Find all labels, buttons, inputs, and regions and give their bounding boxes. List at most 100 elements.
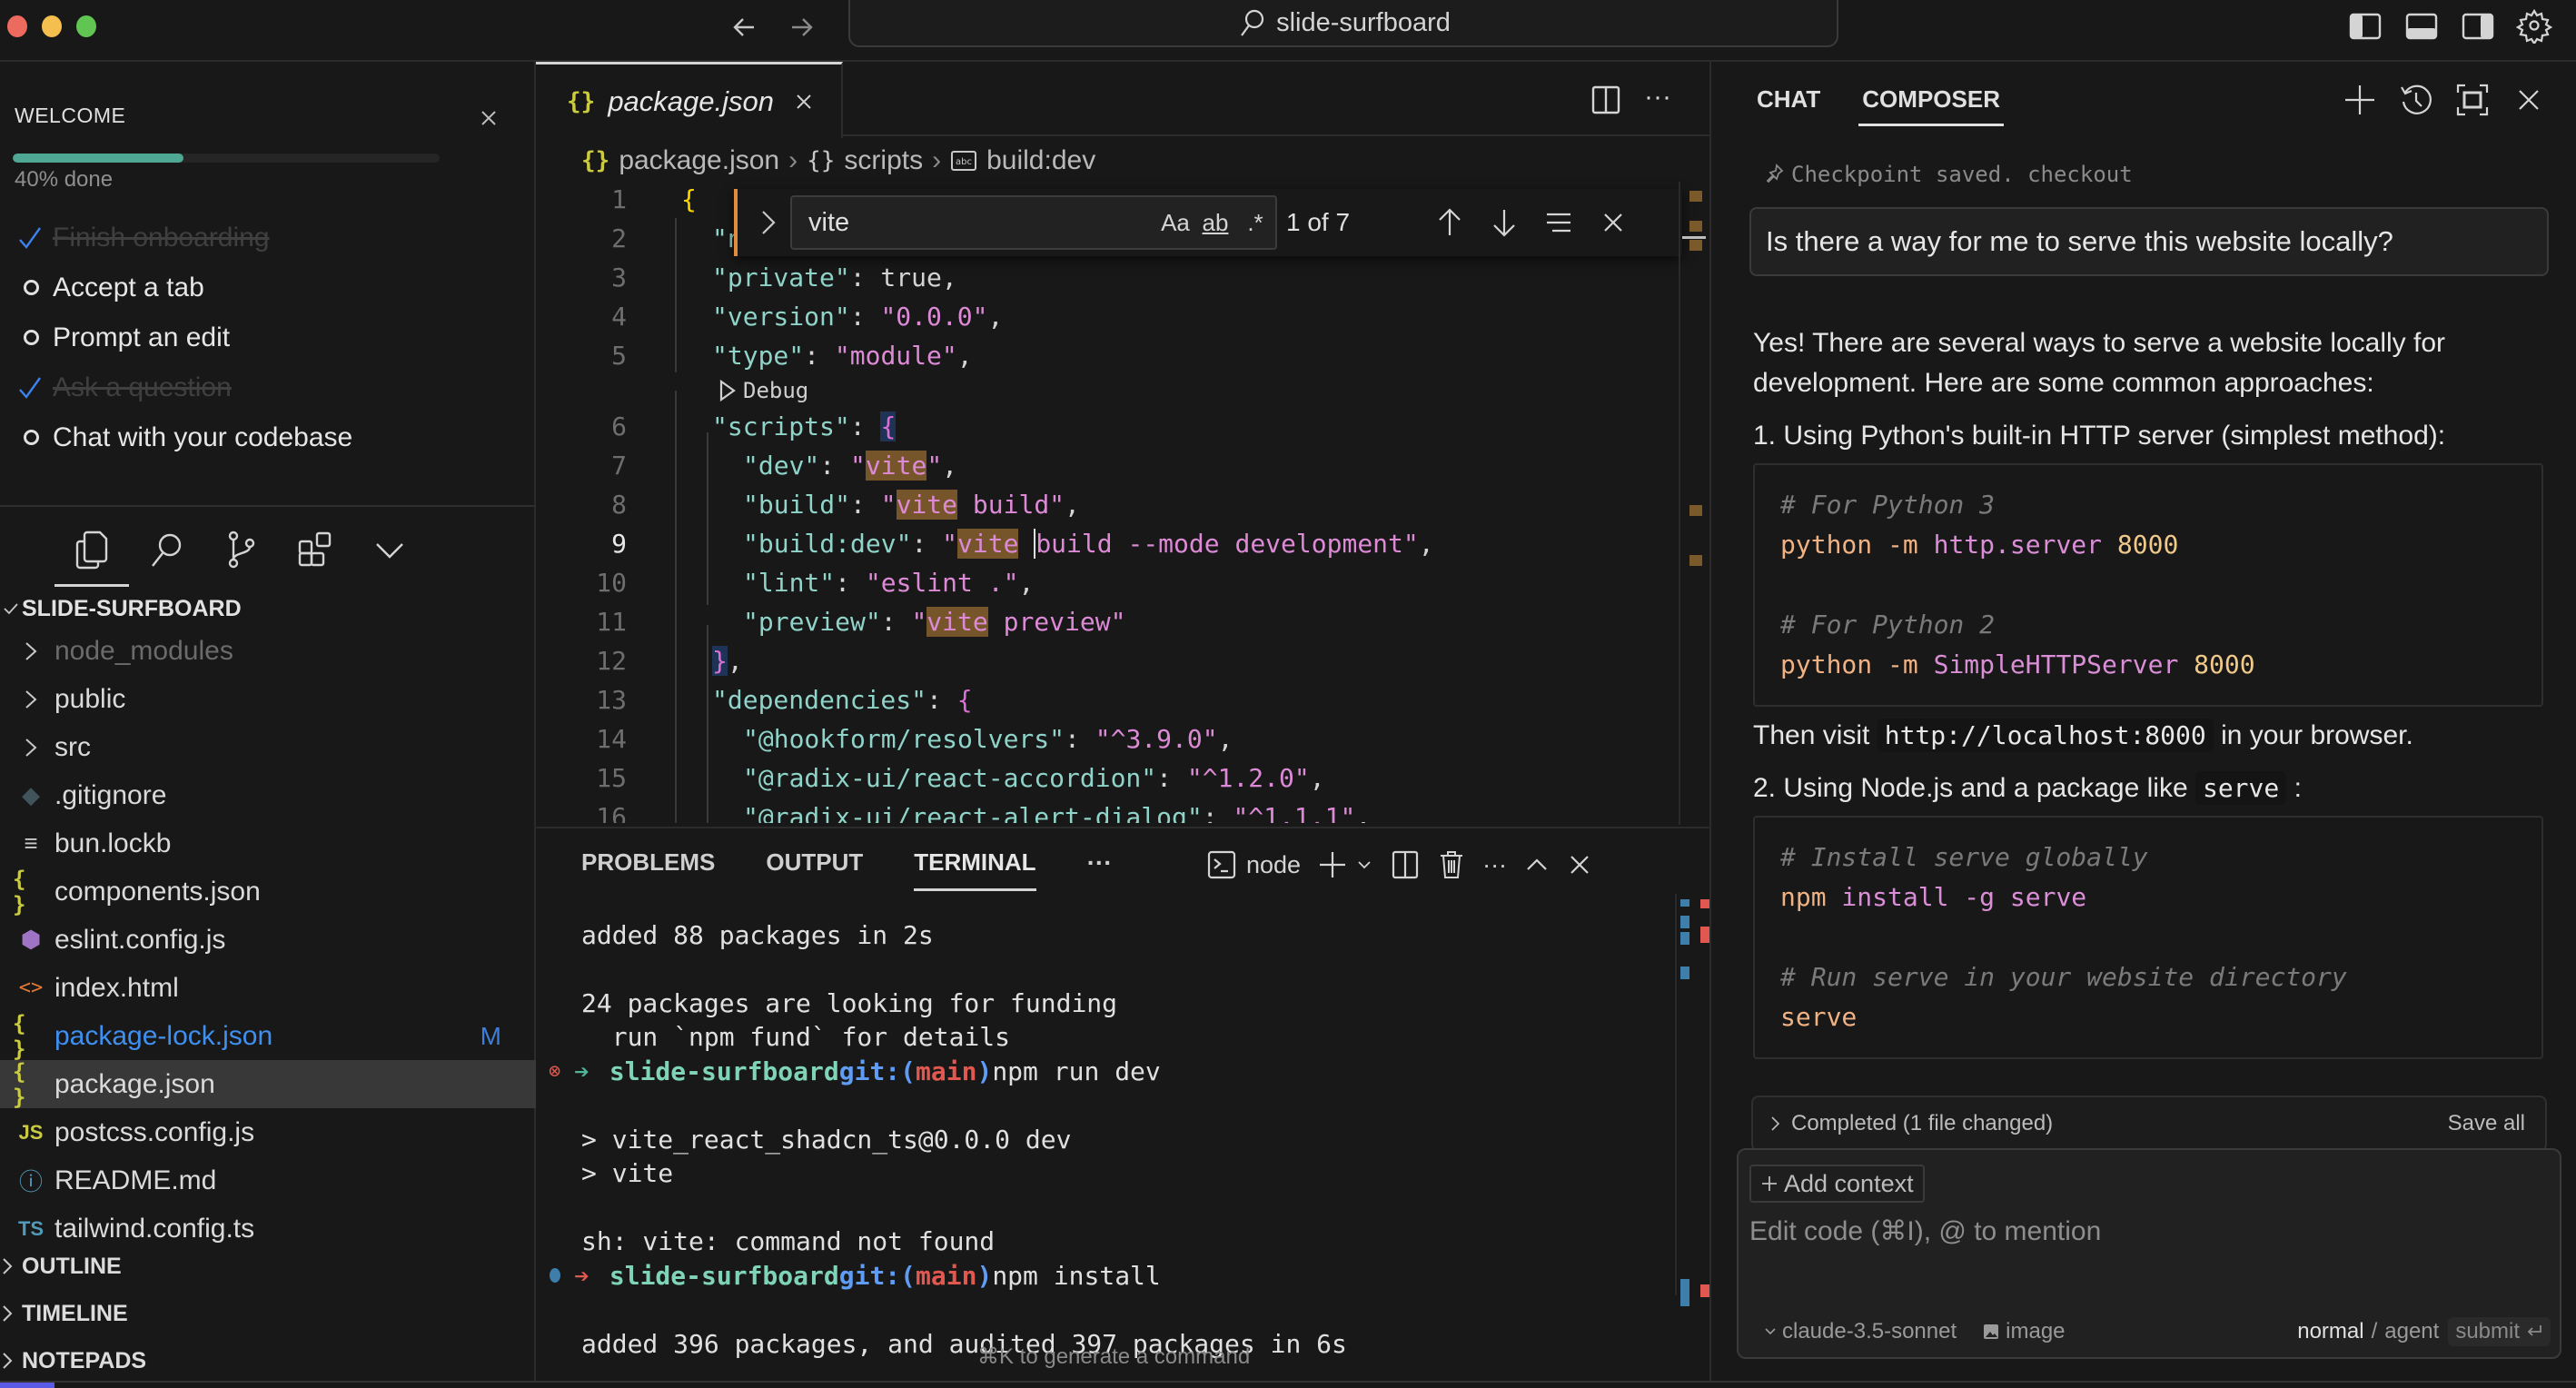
source-control-icon[interactable] xyxy=(203,518,278,581)
minimize-window-button[interactable] xyxy=(42,15,62,37)
file-item[interactable]: <> index.html xyxy=(0,964,536,1012)
composer-panel: CHAT COMPOSER Checkpoint saved. checkout… xyxy=(1709,62,2576,1381)
code-block-line: # For Python 2 xyxy=(1780,610,1996,639)
outline-section[interactable]: OUTLINE xyxy=(0,1243,536,1290)
explorer-root-folder[interactable]: SLIDE-SURFBOARD xyxy=(0,590,536,627)
new-terminal-icon[interactable] xyxy=(1317,849,1348,880)
checkpoint-notice[interactable]: Checkpoint saved. checkout xyxy=(1764,162,2133,187)
code-block[interactable]: # For Python 3 python -m http.server 8000… xyxy=(1753,463,2543,707)
add-context-button[interactable]: Add context xyxy=(1749,1165,1925,1203)
split-terminal-icon[interactable] xyxy=(1390,849,1421,880)
arrow-right-icon[interactable] xyxy=(783,9,819,45)
find-in-selection-icon[interactable] xyxy=(1531,204,1586,241)
close-window-button[interactable] xyxy=(7,15,27,37)
close-icon[interactable] xyxy=(1567,852,1592,877)
close-icon[interactable] xyxy=(1586,204,1640,241)
file-item[interactable]: ⓘ README.md xyxy=(0,1156,536,1205)
new-composer-icon[interactable] xyxy=(2342,82,2378,118)
toggle-secondary-sidebar-icon[interactable] xyxy=(2460,7,2496,44)
more-tabs-icon[interactable]: ··· xyxy=(1087,848,1113,886)
trash-icon[interactable] xyxy=(1437,849,1466,880)
running-decoration-icon[interactable] xyxy=(549,1266,569,1284)
code-block[interactable]: # Install serve globally npm install -g s… xyxy=(1753,816,2543,1059)
match-case-toggle[interactable]: Aa xyxy=(1155,204,1195,241)
file-item[interactable]: ◆ .gitignore xyxy=(0,771,536,819)
folder-item[interactable]: public xyxy=(0,675,536,723)
zoom-window-button[interactable] xyxy=(76,15,96,37)
split-editor-icon[interactable] xyxy=(1590,84,1622,116)
explorer-icon[interactable] xyxy=(54,518,129,587)
breadcrumb-item[interactable]: scripts xyxy=(844,145,923,176)
close-icon[interactable] xyxy=(2511,82,2547,118)
onboarding-item[interactable]: Finish onboarding xyxy=(16,213,525,263)
folder-item[interactable]: node_modules xyxy=(0,627,536,675)
file-item[interactable]: ≡ bun.lockb xyxy=(0,819,536,868)
git-file-icon: ◆ xyxy=(22,781,40,808)
folder-item[interactable]: src xyxy=(0,723,536,771)
tab-terminal[interactable]: TERMINAL xyxy=(914,848,1036,891)
search-icon[interactable] xyxy=(129,518,203,581)
onboarding-item[interactable]: Ask a question xyxy=(16,362,525,412)
onboarding-item[interactable]: Chat with your codebase xyxy=(16,412,525,462)
onboarding-item[interactable]: Accept a tab xyxy=(16,263,525,312)
arrow-up-icon[interactable] xyxy=(1422,204,1477,241)
chevron-down-icon[interactable] xyxy=(1355,856,1373,874)
save-all-button[interactable]: Save all xyxy=(2448,1111,2525,1136)
toggle-primary-sidebar-icon[interactable] xyxy=(2347,7,2383,44)
notepads-section[interactable]: NOTEPADS xyxy=(0,1337,536,1384)
tab-chat[interactable]: CHAT xyxy=(1757,85,1820,123)
tab-output[interactable]: OUTPUT xyxy=(766,848,863,886)
terminal-scrollbar[interactable] xyxy=(1675,894,1709,1306)
find-input[interactable] xyxy=(808,207,1155,238)
tab-problems[interactable]: PROBLEMS xyxy=(581,848,715,886)
gear-icon[interactable] xyxy=(2516,7,2552,44)
toggle-panel-icon[interactable] xyxy=(2403,7,2440,44)
mode-agent[interactable]: agent xyxy=(2384,1319,2439,1344)
composer-input[interactable] xyxy=(1749,1215,2549,1315)
code-editor[interactable]: 1{ 2"name": "vite_react_shadcn_ts", 3"pr… xyxy=(536,180,1662,823)
arrow-down-icon[interactable] xyxy=(1477,204,1531,241)
close-icon[interactable] xyxy=(478,107,500,129)
error-decoration-icon[interactable]: ⊗ xyxy=(549,1060,569,1083)
breadcrumb-item[interactable]: build:dev xyxy=(986,145,1095,176)
attach-image-button[interactable]: image xyxy=(1982,1319,2066,1344)
file-item[interactable]: TS tailwind.config.ts xyxy=(0,1205,536,1244)
submit-button[interactable]: submit xyxy=(2448,1317,2551,1346)
more-actions-icon[interactable]: ··· xyxy=(1482,851,1507,879)
debug-codelens[interactable]: Debug xyxy=(718,374,808,407)
terminal-output[interactable]: added 88 packages in 2s 24 packages are l… xyxy=(549,919,1671,1359)
user-message[interactable]: Is there a way for me to serve this webs… xyxy=(1749,207,2549,276)
use-regex-toggle[interactable]: .* xyxy=(1235,204,1275,241)
file-name: tailwind.config.ts xyxy=(54,1213,255,1244)
history-icon[interactable] xyxy=(2398,82,2434,118)
tab-composer[interactable]: COMPOSER xyxy=(1858,85,2004,126)
chevron-down-icon[interactable] xyxy=(352,518,427,581)
mode-normal[interactable]: normal xyxy=(2297,1319,2363,1344)
terminal-name[interactable]: node xyxy=(1246,851,1301,879)
file-item[interactable]: { } package-lock.json M xyxy=(0,1011,536,1062)
mode-switch[interactable]: normal / agent xyxy=(2297,1319,2439,1344)
chevron-right-icon xyxy=(0,1303,22,1324)
extensions-icon[interactable] xyxy=(278,518,352,581)
arrow-left-icon[interactable] xyxy=(727,9,763,45)
timeline-section[interactable]: TIMELINE xyxy=(0,1290,536,1337)
onboarding-item[interactable]: Prompt an edit xyxy=(16,312,525,362)
file-item[interactable]: JS postcss.config.js xyxy=(0,1108,536,1156)
chevron-right-icon: › xyxy=(932,145,942,175)
overview-ruler[interactable] xyxy=(1679,182,1709,825)
notepads-section-label: NOTEPADS xyxy=(22,1347,147,1373)
file-item[interactable]: { } components.json xyxy=(0,867,536,917)
model-selector[interactable]: claude-3.5-sonnet xyxy=(1764,1319,1957,1344)
maximize-icon[interactable] xyxy=(2454,82,2491,118)
completed-summary[interactable]: Completed (1 file changed) Save all xyxy=(1751,1096,2547,1152)
more-actions-icon[interactable]: ··· xyxy=(1644,84,1680,116)
close-icon[interactable] xyxy=(792,90,816,114)
match-whole-word-toggle[interactable]: ab xyxy=(1195,204,1235,241)
command-center[interactable]: slide-surfboard xyxy=(848,0,1838,47)
file-item[interactable]: { } package.json xyxy=(0,1059,536,1110)
file-item[interactable]: ⬢ eslint.config.js xyxy=(0,916,536,964)
tab-package-json[interactable]: {} package.json xyxy=(536,62,843,138)
maximize-panel-icon[interactable] xyxy=(1523,851,1551,878)
breadcrumb-item[interactable]: package.json xyxy=(619,145,779,176)
toggle-replace-chevron-icon[interactable] xyxy=(750,204,787,241)
